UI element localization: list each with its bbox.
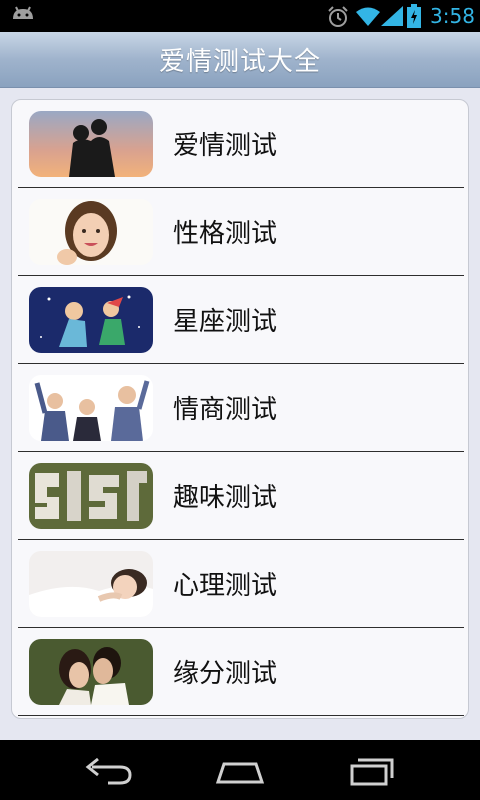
smiling-girl-image (29, 198, 153, 265)
list-item-eq-test[interactable]: 情商测试 (18, 364, 464, 452)
couple-silhouette-image (29, 110, 153, 177)
status-bar: 3:58 (0, 0, 480, 32)
list-item-personality-test[interactable]: 性格测试 (18, 188, 464, 276)
app-title: 爱情测试大全 (158, 47, 321, 77)
status-clock: 3:58 (430, 4, 475, 28)
couple-kissing-image (29, 638, 153, 705)
android-icon (13, 6, 33, 19)
list-item-zodiac-test[interactable]: 星座测试 (18, 276, 464, 364)
list-item-label: 性格测试 (173, 219, 278, 249)
list-item-label: 情商测试 (173, 395, 278, 425)
signal-icon (381, 6, 403, 26)
wifi-icon (356, 7, 380, 26)
test-list-card: 爱情测试 性格测试 星座测试 情商测试 趣味测试 心理测试 缘分测试 (11, 99, 469, 719)
app-title-bar: 爱情测试大全 (0, 32, 480, 88)
list-item-label: 星座测试 (173, 307, 278, 337)
list-item-fun-test[interactable]: 趣味测试 (18, 452, 464, 540)
list-item-psychology-test[interactable]: 心理测试 (18, 540, 464, 628)
list-item-love-test[interactable]: 爱情测试 (18, 100, 464, 188)
cheering-businessmen-image (29, 374, 153, 441)
system-nav-bar (0, 740, 480, 800)
home-icon[interactable] (210, 754, 270, 788)
recents-icon[interactable] (342, 754, 402, 788)
list-item-fate-test[interactable]: 缘分测试 (18, 628, 464, 716)
maze-letters-image (29, 462, 153, 529)
list-item-label: 缘分测试 (173, 659, 278, 689)
constellation-art-image (29, 286, 153, 353)
list-item-label: 爱情测试 (173, 131, 278, 161)
list-item-label: 心理测试 (173, 571, 278, 601)
content-area: 爱情测试 性格测试 星座测试 情商测试 趣味测试 心理测试 缘分测试 (0, 88, 480, 740)
battery-icon (407, 4, 421, 28)
list-item-label: 趣味测试 (173, 483, 278, 513)
sleeping-woman-image (29, 550, 153, 617)
alarm-icon (328, 6, 348, 27)
back-icon[interactable] (78, 754, 138, 788)
